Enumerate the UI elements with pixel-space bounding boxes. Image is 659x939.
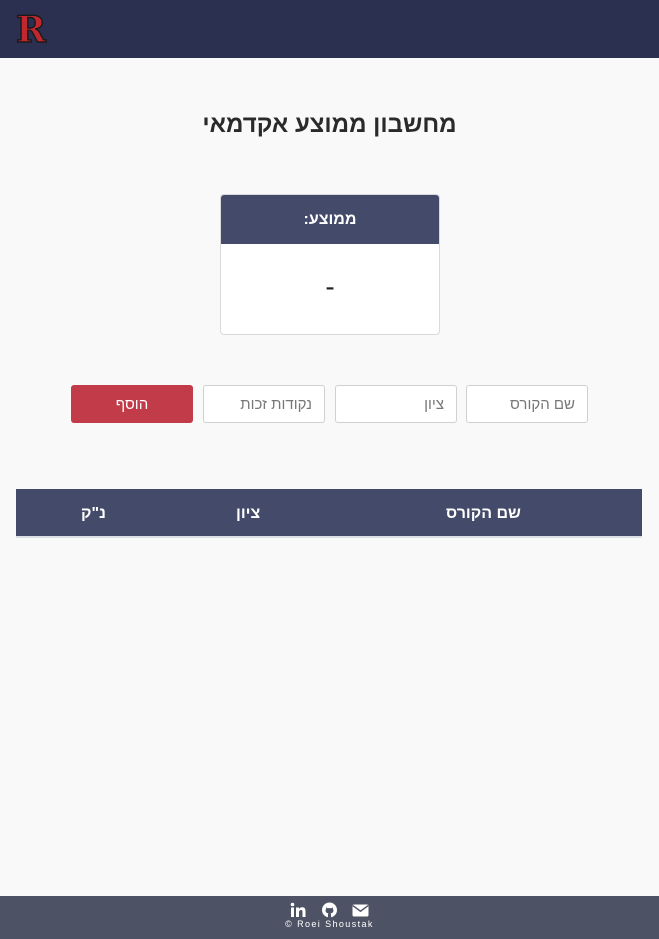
average-card: ממוצע: -: [220, 194, 440, 335]
credits-input[interactable]: [203, 385, 325, 423]
social-links: [0, 902, 659, 918]
page-title: מחשבון ממוצע אקדמאי: [202, 111, 457, 138]
average-label: ממוצע:: [221, 195, 439, 244]
github-icon: [322, 902, 337, 918]
linkedin-icon: [290, 902, 306, 917]
linkedin-link[interactable]: [290, 902, 307, 918]
column-header-grade: ציון: [236, 505, 261, 522]
top-navbar: R: [0, 0, 659, 58]
average-value: -: [325, 271, 335, 302]
github-link[interactable]: [321, 902, 338, 918]
course-name-input[interactable]: [466, 385, 588, 423]
r-logo-icon: R: [15, 8, 47, 51]
email-link[interactable]: [352, 902, 369, 918]
envelope-icon: [352, 904, 369, 917]
column-header-credits: נ"ק: [81, 505, 106, 522]
logo-link[interactable]: R: [14, 8, 48, 51]
add-button[interactable]: הוסף: [71, 385, 193, 423]
copyright-text: © Roei Shoustak: [285, 919, 374, 929]
grade-input[interactable]: [335, 385, 457, 423]
courses-table: שם הקורס ציון נ"ק: [16, 489, 642, 538]
logo-letter: R: [16, 10, 47, 48]
footer: © Roei Shoustak: [0, 896, 659, 939]
column-header-course: שם הקורס: [446, 505, 521, 522]
